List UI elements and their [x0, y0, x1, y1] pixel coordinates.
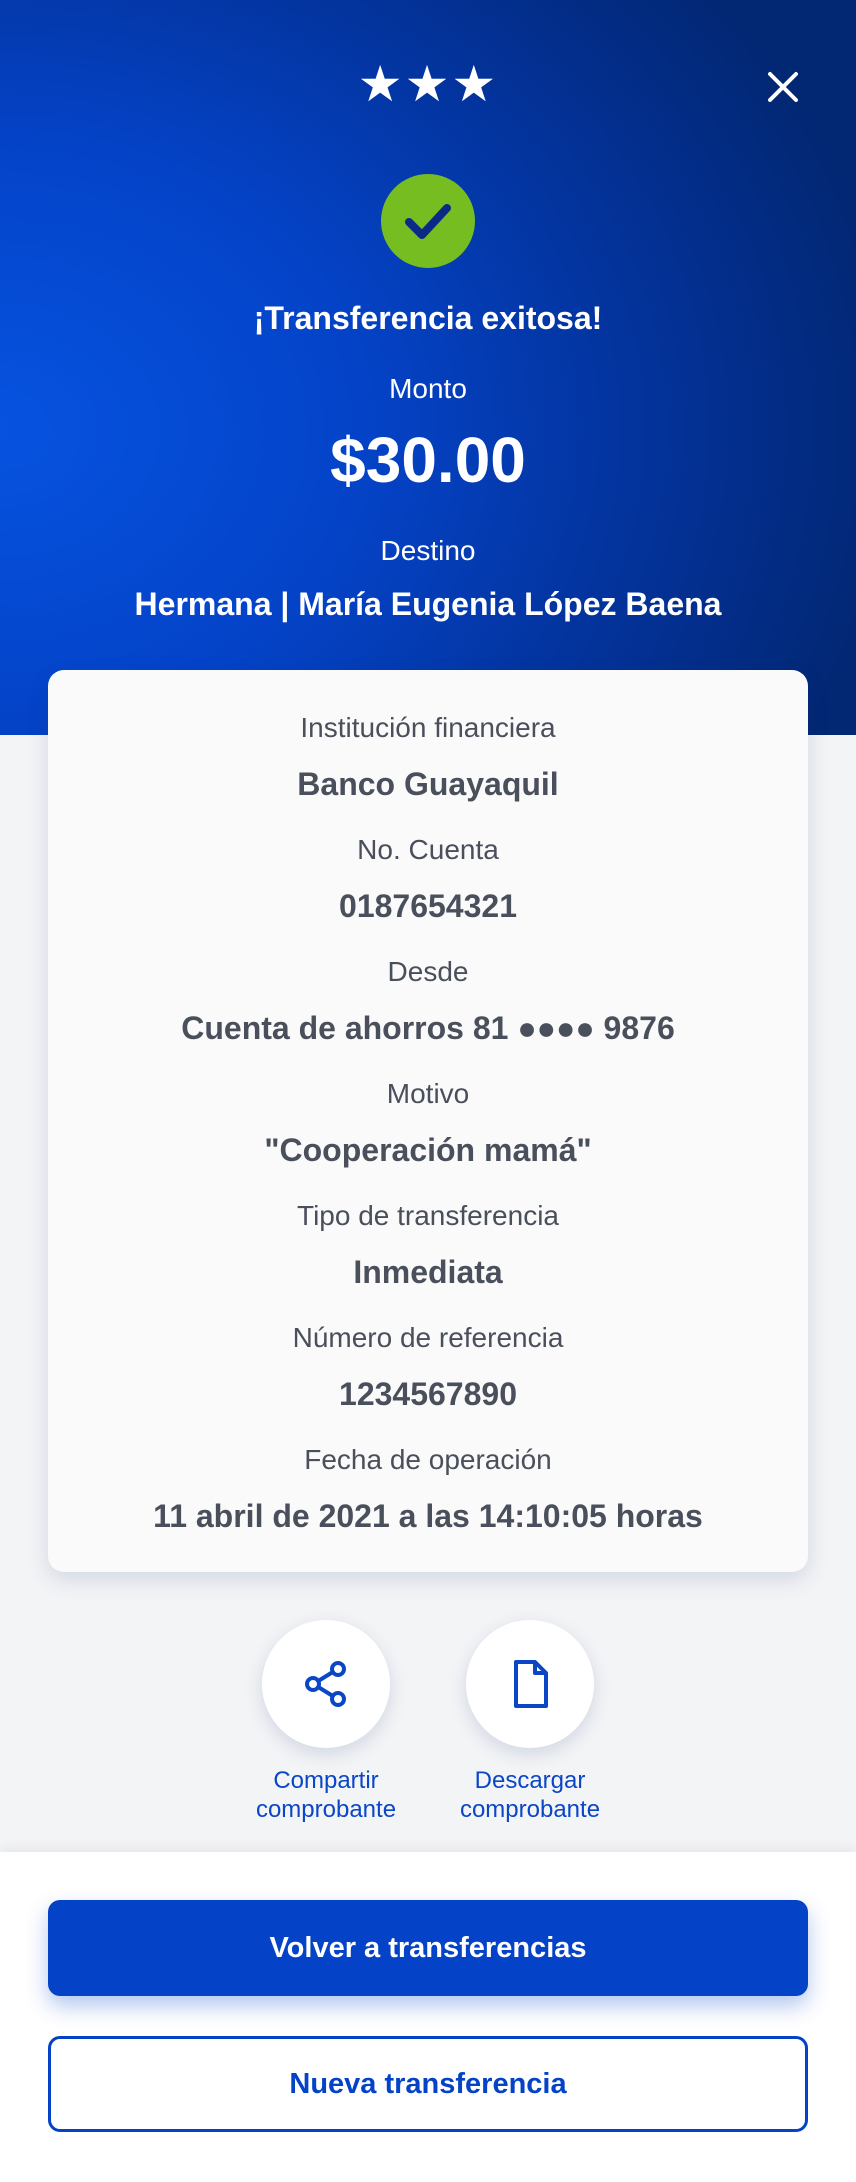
rating-stars: ★★★	[357, 56, 499, 112]
destination-value: Hermana | María Eugenia López Baena	[134, 586, 722, 622]
download-label-line-1: Descargar	[474, 1767, 586, 1794]
detail-value: 1234567890	[339, 1376, 517, 1412]
new-transfer-button[interactable]: Nueva transferencia	[48, 2036, 808, 2132]
share-receipt-button[interactable]	[262, 1620, 390, 1748]
amount-value: $30.00	[330, 424, 526, 496]
detail-label: Desde	[387, 956, 469, 987]
detail-value: 11 abril de 2021 a las 14:10:05 horas	[153, 1498, 703, 1534]
share-label-line-2: comprobante	[255, 1796, 397, 1823]
detail-transfer-type: Tipo de transferencia Inmediata	[48, 1196, 808, 1296]
detail-value: Banco Guayaquil	[297, 766, 559, 802]
detail-reason: Motivo "Cooperación mamá"	[48, 1074, 808, 1174]
detail-from: Desde Cuenta de ahorros 81 ●●●● 9876	[48, 952, 808, 1052]
close-icon	[768, 72, 798, 102]
document-icon	[514, 1660, 548, 1708]
detail-account-number: No. Cuenta 0187654321	[48, 830, 808, 930]
detail-reference-number: Número de referencia 1234567890	[48, 1318, 808, 1418]
back-to-transfers-button[interactable]: Volver a transferencias	[48, 1900, 808, 1996]
amount-label: Monto	[389, 373, 467, 404]
detail-label: No. Cuenta	[357, 834, 499, 865]
download-receipt-button[interactable]	[466, 1620, 594, 1748]
download-label-line-2: comprobante	[459, 1796, 601, 1823]
detail-value: Inmediata	[353, 1254, 503, 1290]
share-icon	[305, 1661, 346, 1707]
detail-label: Motivo	[386, 1078, 470, 1109]
detail-label: Tipo de transferencia	[297, 1200, 559, 1231]
success-title: ¡Transferencia exitosa!	[253, 300, 603, 336]
share-receipt-label[interactable]: Compartir comprobante	[226, 1766, 426, 1824]
share-label-line-1: Compartir	[273, 1767, 379, 1794]
transfer-details-card: Institución financiera Banco Guayaquil N…	[48, 670, 808, 1572]
detail-label: Fecha de operación	[304, 1444, 552, 1475]
close-button[interactable]	[758, 62, 808, 112]
detail-label: Número de referencia	[292, 1322, 564, 1353]
destination-label: Destino	[380, 535, 476, 566]
detail-value: "Cooperación mamá"	[264, 1132, 592, 1168]
detail-value: Cuenta de ahorros 81 ●●●● 9876	[181, 1010, 675, 1046]
detail-label: Institución financiera	[300, 712, 556, 743]
detail-value: 0187654321	[339, 888, 517, 924]
detail-institution: Institución financiera Banco Guayaquil	[48, 708, 808, 808]
download-receipt-label[interactable]: Descargar comprobante	[430, 1766, 630, 1824]
check-circle-icon	[381, 174, 475, 268]
detail-operation-date: Fecha de operación 11 abril de 2021 a la…	[48, 1440, 808, 1540]
